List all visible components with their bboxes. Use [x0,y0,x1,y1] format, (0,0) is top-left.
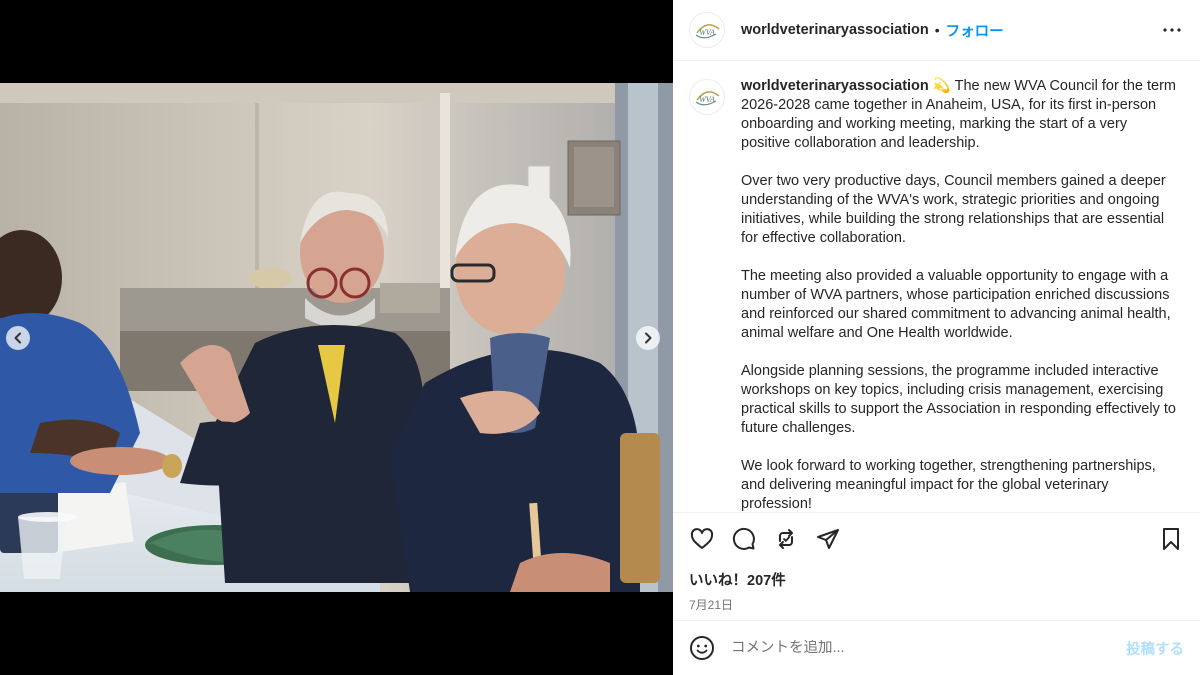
share-icon [816,527,840,551]
caption-paragraph: Over two very productive days, Council m… [741,173,1166,246]
media-panel [0,0,673,675]
bookmark-icon [1159,527,1183,551]
more-options-button[interactable] [1160,18,1184,42]
caption-emoji: 💫 [932,78,951,94]
previous-photo-button[interactable] [6,326,30,350]
heart-icon [690,527,714,551]
svg-text:WVA: WVA [699,28,715,37]
repost-button[interactable] [773,526,799,552]
caption-avatar[interactable]: WVA [689,79,725,115]
chevron-left-icon [12,332,24,344]
caption-paragraph: The meeting also provided a valuable opp… [741,268,1171,341]
avatar[interactable]: WVA [689,12,725,48]
save-button[interactable] [1158,526,1184,552]
post-comment-button[interactable]: 投稿する [1126,638,1184,659]
comment-box: 投稿する [673,620,1200,675]
like-button[interactable] [689,526,715,552]
more-horizontal-icon [1160,18,1184,42]
caption-username[interactable]: worldveterinaryassociation [741,78,929,94]
share-button[interactable] [815,526,841,552]
chevron-right-icon [642,332,654,344]
svg-text:WVA: WVA [699,95,715,104]
post-viewer: WVA worldveterinaryassociation • フォロー WV… [0,0,1200,675]
wva-logo-icon: WVA [695,24,720,39]
comment-icon [732,527,756,551]
caption-paragraph: worldveterinaryassociation 💫 The new WVA… [741,77,1177,153]
header-username[interactable]: worldveterinaryassociation [741,22,929,38]
caption-paragraph: We look forward to working together, str… [741,458,1156,512]
meeting-photo-illustration [0,83,673,592]
caption-section: WVA worldveterinaryassociation 💫 The new… [673,61,1200,512]
action-bar [689,513,1184,565]
repost-icon [774,527,798,551]
post-header: WVA worldveterinaryassociation • フォロー [673,0,1200,61]
like-count[interactable]: いいね！207件 [689,569,1184,590]
action-section: いいね！207件 7月21日 [673,512,1200,620]
smiley-icon [689,635,715,661]
comment-input[interactable] [731,640,1126,656]
follow-separator: • [934,22,940,38]
caption-paragraph: Alongside planning sessions, the program… [741,363,1176,436]
follow-button[interactable]: フォロー [946,20,1004,41]
post-sidebar: WVA worldveterinaryassociation • フォロー WV… [673,0,1200,675]
next-photo-button[interactable] [636,326,660,350]
post-date[interactable]: 7月21日 [689,596,1184,613]
wva-logo-icon: WVA [695,91,720,106]
post-photo[interactable] [0,83,673,592]
caption-text: worldveterinaryassociation 💫 The new WVA… [741,77,1177,512]
comment-button[interactable] [731,526,757,552]
emoji-picker-button[interactable] [689,635,715,661]
